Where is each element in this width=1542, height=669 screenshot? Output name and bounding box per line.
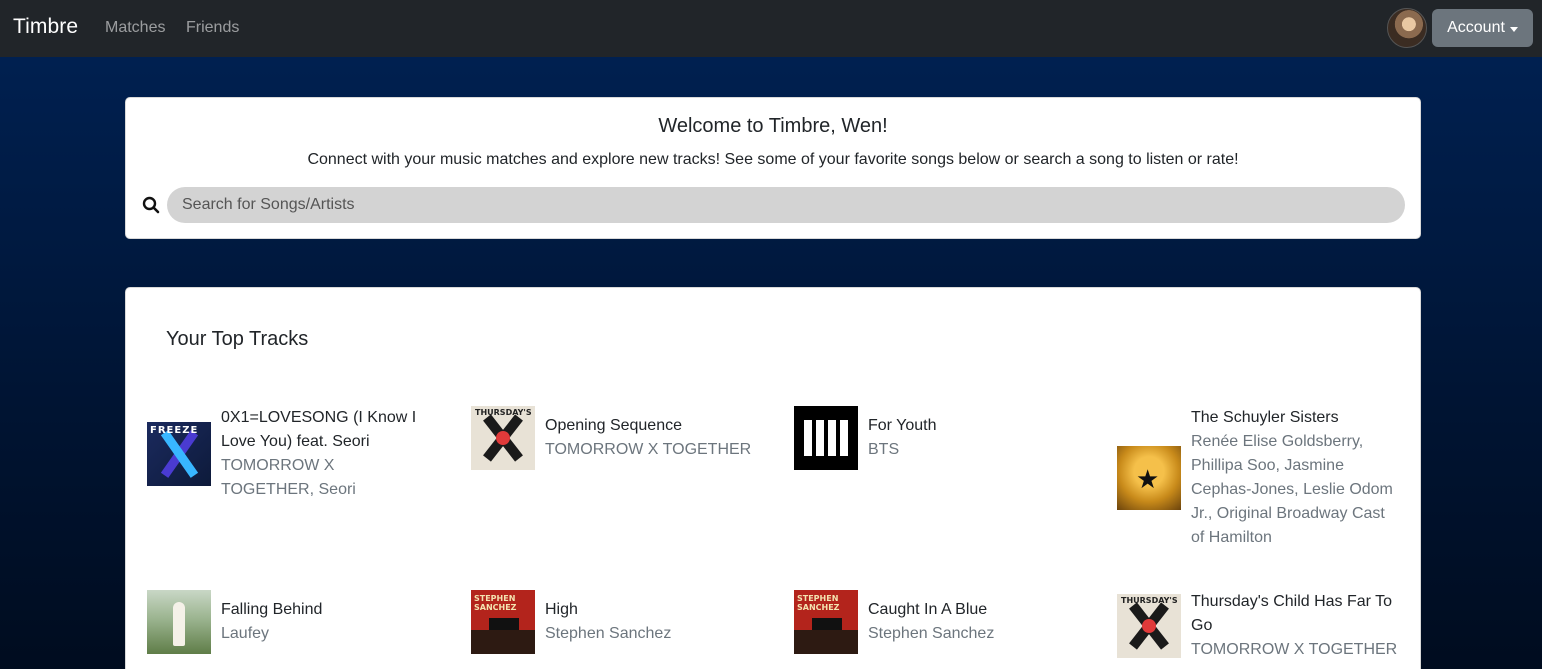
track-item[interactable]: STEPHEN SANCHEZ Caught In A Blue Stephen… [794,590,1094,654]
proof-album-cover [794,406,858,470]
thursdays-child-album-cover: THURSDAY'S [471,406,535,470]
laufey-album-cover [147,590,211,654]
top-navbar: Timbre Matches Friends Account [0,0,1542,57]
stephen-sanchez-album-cover: STEPHEN SANCHEZ [471,590,535,654]
stephen-sanchez-album-cover: STEPHEN SANCHEZ [794,590,858,654]
nav-link-matches[interactable]: Matches [105,19,165,37]
brand-logo-link[interactable]: Timbre [13,15,78,39]
track-artist: TOMORROW X TOGETHER, Seori [221,457,356,498]
track-name[interactable]: For Youth [868,414,937,438]
track-artist: Stephen Sanchez [868,625,995,642]
track-name[interactable]: 0X1=LOVESONG (I Know I Love You) feat. S… [221,406,431,454]
track-item[interactable]: STEPHEN SANCHEZ High Stephen Sanchez [471,590,771,654]
track-name[interactable]: High [545,598,671,622]
track-name[interactable]: Opening Sequence [545,414,751,438]
hamilton-album-cover: ★ [1117,446,1181,510]
track-item[interactable]: ★ The Schuyler Sisters Renée Elise Golds… [1117,406,1407,550]
track-item[interactable]: THURSDAY'S Thursday's Child Has Far To G… [1117,590,1407,662]
search-input[interactable] [167,187,1405,223]
account-dropdown-button[interactable]: Account [1432,9,1533,47]
track-artist: BTS [868,441,900,458]
track-artist: TOMORROW X TOGETHER [545,441,752,458]
user-avatar[interactable] [1387,8,1427,48]
track-artist: Stephen Sanchez [545,625,672,642]
welcome-card: Welcome to Timbre, Wen! Connect with you… [125,97,1421,239]
track-item[interactable]: FREEZE 0X1=LOVESONG (I Know I Love You) … [147,406,437,502]
track-name[interactable]: Thursday's Child Has Far To Go [1191,590,1401,638]
top-tracks-card: Your Top Tracks FREEZE 0X1=LOVESONG (I K… [125,287,1421,669]
thursdays-child-album-cover: THURSDAY'S [1117,594,1181,658]
track-artist: Laufey [221,625,270,642]
account-button-label: Account [1447,19,1505,36]
freeze-album-cover: FREEZE [147,422,211,486]
track-item[interactable]: For Youth BTS [794,406,1094,470]
track-artist: Renée Elise Goldsberry, Phillipa Soo, Ja… [1191,433,1393,546]
welcome-title: Welcome to Timbre, Wen! [658,115,888,137]
nav-link-friends[interactable]: Friends [186,19,239,37]
welcome-subtitle: Connect with your music matches and expl… [307,151,1239,168]
track-name[interactable]: Caught In A Blue [868,598,994,622]
track-name[interactable]: Falling Behind [221,598,322,622]
track-name[interactable]: The Schuyler Sisters [1191,406,1401,430]
top-tracks-title: Your Top Tracks [166,328,309,350]
track-item[interactable]: Falling Behind Laufey [147,590,447,654]
caret-down-icon [1509,26,1518,32]
track-artist: TOMORROW X TOGETHER [1191,641,1398,658]
track-item[interactable]: THURSDAY'S Opening Sequence TOMORROW X T… [471,406,771,470]
search-icon [142,196,160,214]
